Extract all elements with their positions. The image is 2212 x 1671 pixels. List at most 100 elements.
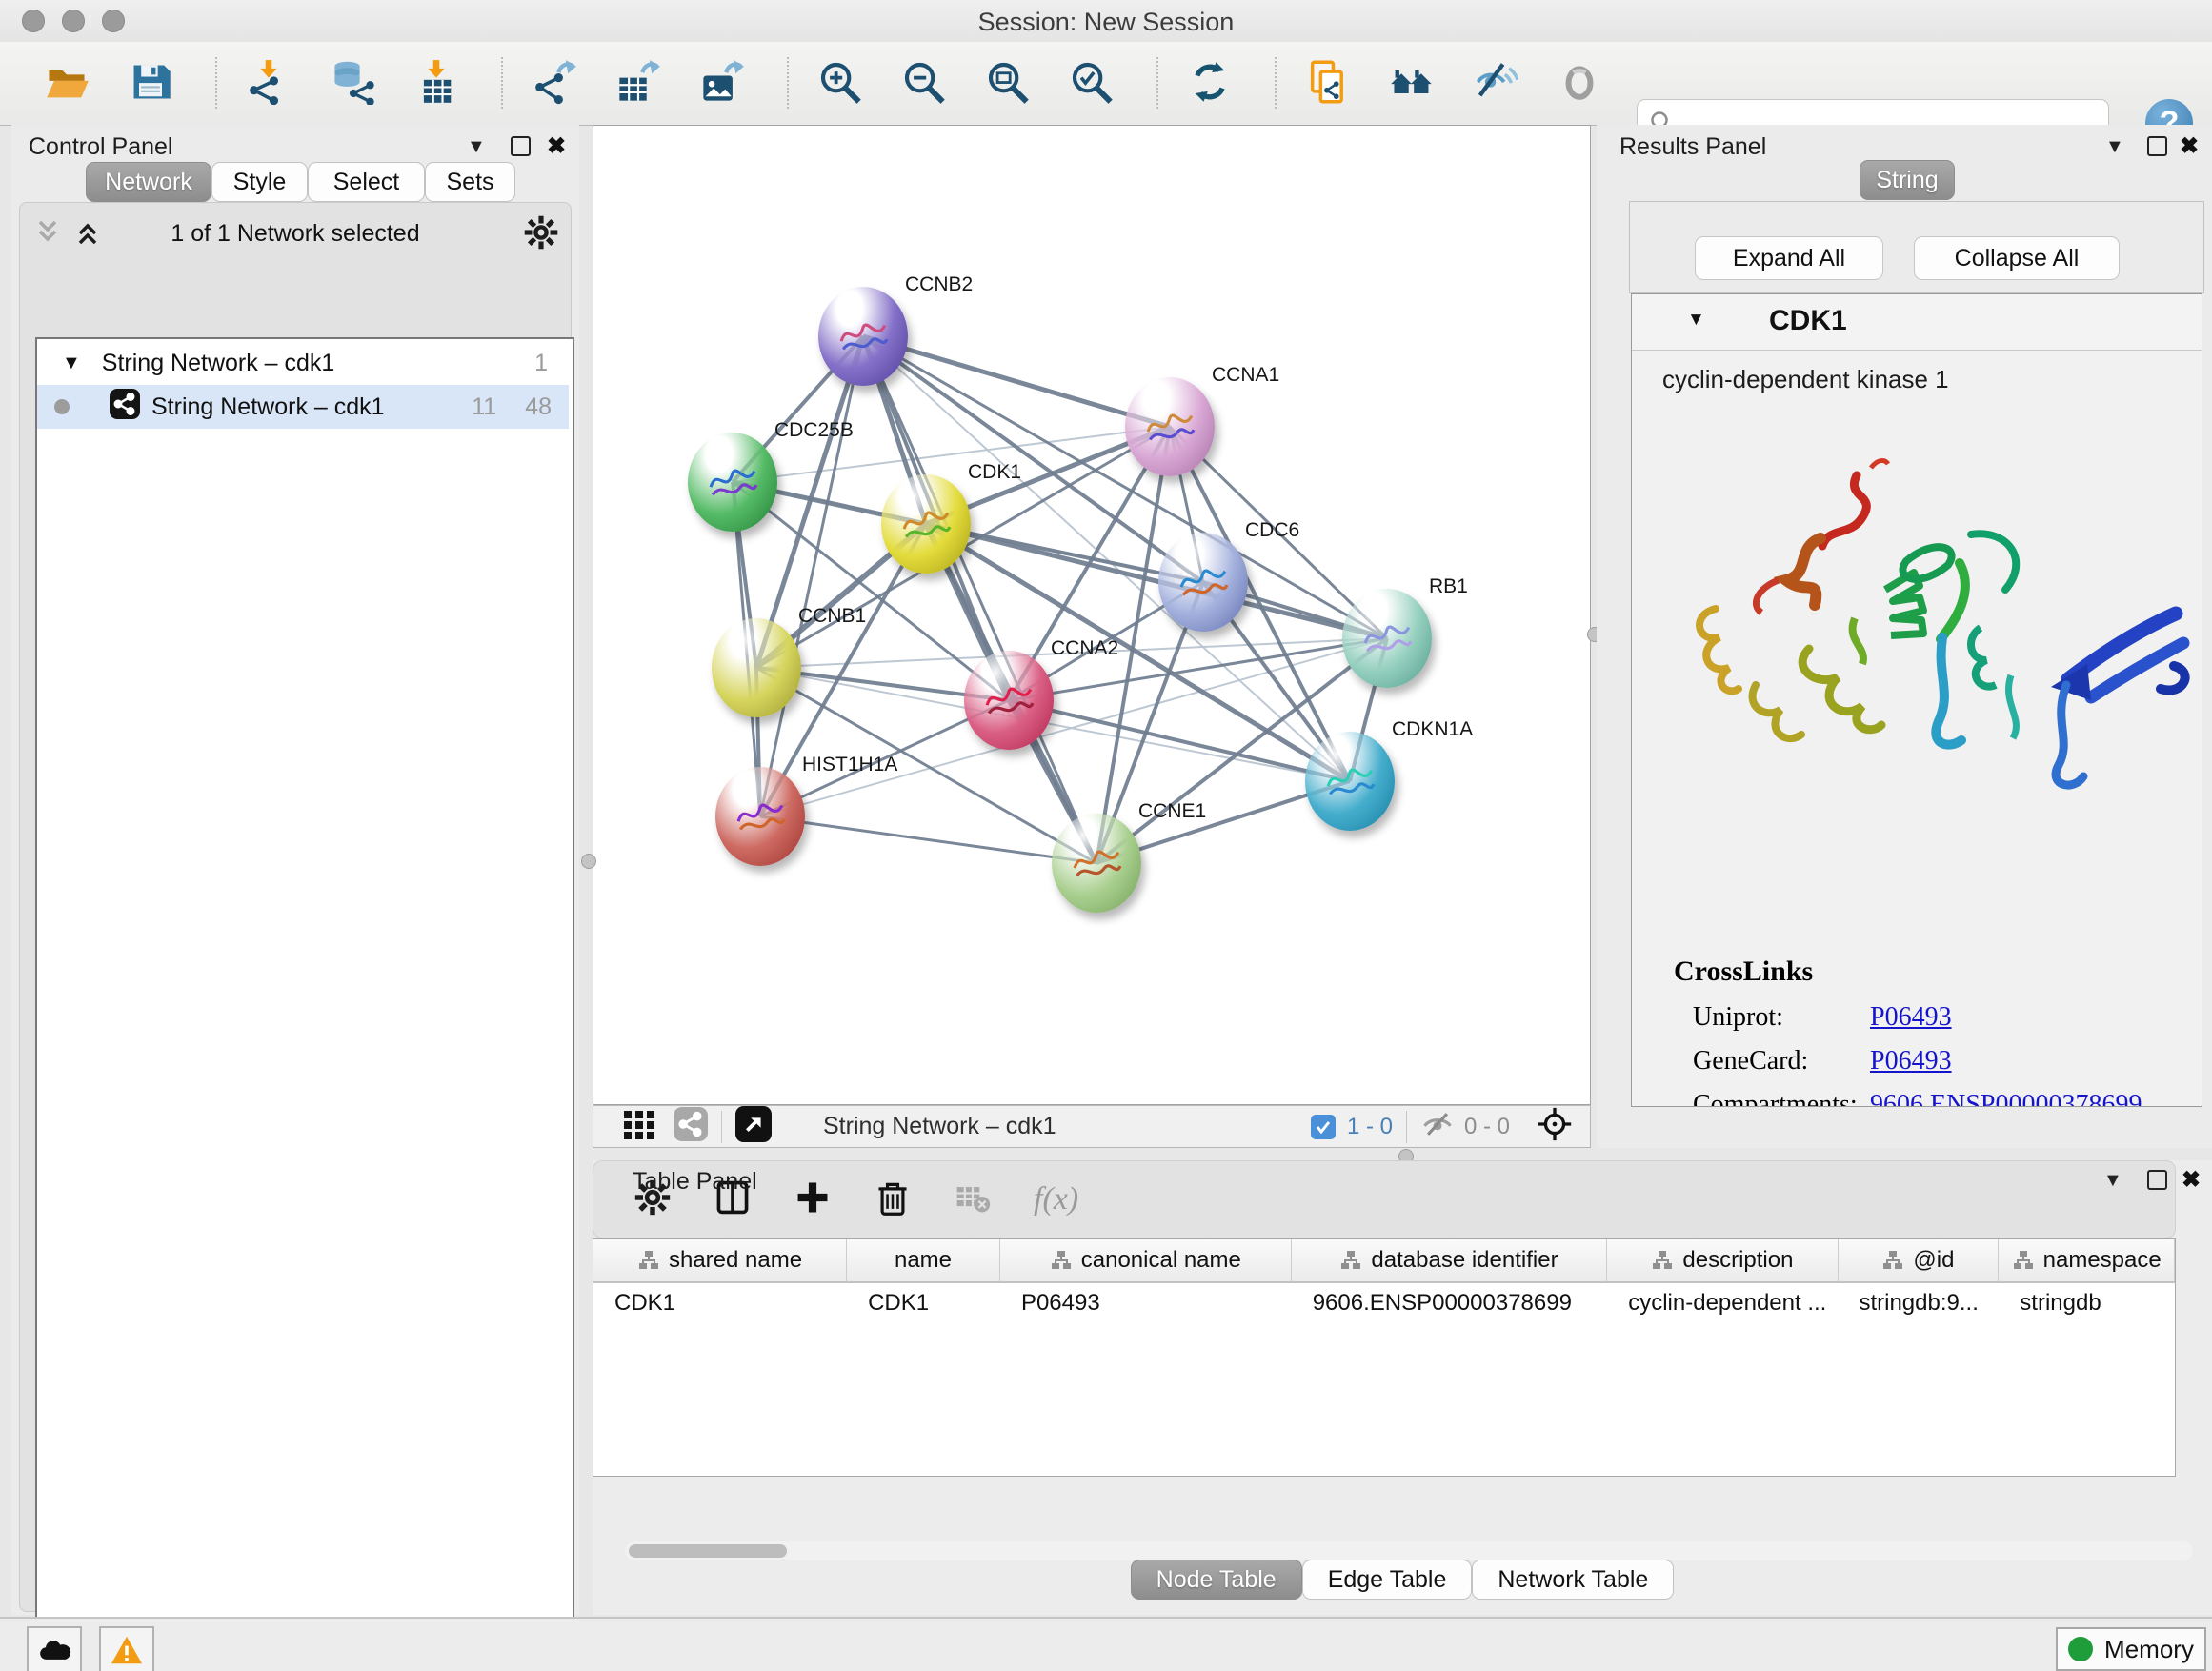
column-header-shared-name[interactable]: shared name (593, 1239, 847, 1281)
open-session-icon[interactable] (40, 55, 93, 109)
collapse-all-button[interactable]: Collapse All (1914, 236, 2120, 280)
edge-CCNB2-HIST1H1A[interactable] (760, 336, 863, 816)
import-table-from-file-icon[interactable] (410, 55, 463, 109)
column-header-description[interactable]: description (1607, 1239, 1838, 1281)
column-header--id[interactable]: @id (1839, 1239, 2000, 1281)
table-cell[interactable]: cyclin-dependent ... (1607, 1283, 1838, 1323)
save-session-icon[interactable] (124, 55, 177, 109)
control-panel-menu-icon[interactable]: ▼ (467, 136, 486, 158)
column-header-namespace[interactable]: namespace (1999, 1239, 2175, 1281)
entry-collapse-icon[interactable]: ▼ (1687, 310, 1705, 331)
export-table-icon[interactable] (612, 55, 665, 109)
network-snapshot-icon[interactable] (1301, 55, 1355, 109)
node-CDC6[interactable] (1158, 533, 1248, 632)
edge-CCNB2-CCNA1[interactable] (863, 336, 1170, 427)
table-row[interactable]: CDK1CDK1P064939606.ENSP00000378699cyclin… (593, 1283, 2175, 1323)
network-options-gear-icon[interactable] (523, 214, 559, 255)
control-panel-float-icon[interactable] (511, 136, 531, 156)
table-panel: Table Panel ▼ ✖ f(x) shared namenamecano… (593, 1160, 2212, 1615)
edge-HIST1H1A-CCNE1[interactable] (760, 816, 1096, 863)
hide-selected-icon[interactable] (1469, 55, 1522, 109)
first-neighbors-icon[interactable] (1385, 55, 1438, 109)
table-cell[interactable]: P06493 (1000, 1283, 1292, 1323)
network-view-title: String Network – cdk1 (823, 1113, 1056, 1140)
table-cell[interactable]: CDK1 (593, 1283, 847, 1323)
node-CCNB2[interactable] (818, 287, 908, 386)
node-CDKN1A[interactable] (1305, 732, 1395, 831)
table-panel-menu-icon[interactable]: ▼ (2103, 1170, 2122, 1192)
tab-style[interactable]: Style (211, 162, 308, 202)
column-header-database-identifier[interactable]: database identifier (1292, 1239, 1608, 1281)
zoom-out-icon[interactable] (897, 55, 951, 109)
table-cell[interactable]: CDK1 (847, 1283, 1000, 1323)
left-splitter-grip[interactable] (581, 854, 596, 869)
expand-all-button[interactable]: Expand All (1695, 236, 1883, 280)
protein-structure-image (1657, 447, 2190, 809)
node-CCNA1[interactable] (1125, 377, 1215, 476)
network-collection-row[interactable]: ▼ String Network – cdk1 1 (37, 341, 569, 385)
memory-button[interactable]: Memory (2056, 1627, 2206, 1671)
open-in-window-icon[interactable] (735, 1106, 772, 1147)
show-all-icon[interactable] (1553, 55, 1606, 109)
table-panel-close-icon[interactable]: ✖ (2182, 1166, 2201, 1194)
results-panel-menu-icon[interactable]: ▼ (2105, 136, 2124, 158)
fit-selected-crosshair-icon[interactable] (1535, 1104, 1575, 1149)
tab-node-table[interactable]: Node Table (1131, 1560, 1302, 1600)
delete-column-trash-icon[interactable] (874, 1178, 912, 1221)
title-bar: Session: New Session (0, 0, 2212, 42)
grid-view-icon[interactable] (622, 1107, 656, 1146)
scrollbar-thumb[interactable] (629, 1544, 787, 1558)
node-CDK1[interactable] (881, 474, 971, 574)
crosslink-link[interactable]: P06493 (1870, 1046, 1952, 1077)
tab-network[interactable]: Network (86, 162, 211, 202)
cloud-status-button[interactable] (27, 1626, 82, 1671)
crosslink-link[interactable]: P06493 (1870, 1002, 1952, 1033)
node-CDC25B[interactable] (688, 433, 777, 532)
import-network-from-database-icon[interactable] (326, 55, 379, 109)
edge-CDK1-RB1[interactable] (926, 524, 1387, 638)
network-row[interactable]: String Network – cdk1 11 48 (37, 385, 569, 429)
node-HIST1H1A[interactable] (715, 767, 805, 866)
table-cell[interactable]: stringdb (1999, 1283, 2175, 1323)
zoom-fit-content-icon[interactable] (981, 55, 1035, 109)
export-network-icon[interactable] (528, 55, 581, 109)
table-panel-float-icon[interactable] (2147, 1170, 2167, 1190)
column-header-canonical-name[interactable]: canonical name (1000, 1239, 1292, 1281)
edge-CCNB2-CCNE1[interactable] (863, 336, 1096, 863)
network-birdseye-icon[interactable] (674, 1107, 708, 1146)
table-cell[interactable]: 9606.ENSP00000378699 (1292, 1283, 1608, 1323)
node-CCNE1[interactable] (1052, 814, 1141, 913)
node-label-HIST1H1A: HIST1H1A (802, 754, 897, 776)
network-canvas[interactable]: CCNB2CCNA1CDC25BCDK1CDC6RB1CCNB1CCNA2CDK… (593, 125, 1591, 1105)
import-network-from-file-icon[interactable] (242, 55, 295, 109)
edge-RB1-HIST1H1A[interactable] (760, 638, 1387, 816)
create-column-plus-icon[interactable] (794, 1178, 832, 1221)
selected-checkbox-icon[interactable] (1311, 1115, 1336, 1139)
results-panel-close-icon[interactable]: ✖ (2180, 132, 2199, 160)
table-horizontal-scrollbar[interactable] (625, 1541, 2193, 1560)
zoom-selected-region-icon[interactable] (1065, 55, 1118, 109)
column-header-name[interactable]: name (847, 1239, 1000, 1281)
table-cell[interactable]: stringdb:9... (1838, 1283, 1999, 1323)
apply-preferred-layout-icon[interactable] (1183, 55, 1237, 109)
tab-sets[interactable]: Sets (425, 162, 515, 202)
network-edges[interactable] (593, 126, 1592, 1106)
node-RB1[interactable] (1342, 589, 1432, 688)
tab-select[interactable]: Select (308, 162, 425, 202)
control-panel-close-icon[interactable]: ✖ (547, 132, 566, 160)
collection-expand-icon[interactable]: ▼ (62, 352, 81, 374)
table-body: CDK1CDK1P064939606.ENSP00000378699cyclin… (593, 1283, 2175, 1323)
node-CCNA2[interactable] (964, 651, 1054, 750)
node-CCNB1[interactable] (712, 618, 801, 717)
crosslink-link[interactable]: 9606.ENSP00000378699 (1870, 1090, 2142, 1107)
entry-header[interactable]: ▼ CDK1 (1632, 294, 2202, 351)
warning-status-button[interactable] (99, 1626, 154, 1671)
toolbar-separator (501, 57, 503, 109)
export-image-icon[interactable] (695, 55, 749, 109)
tab-edge-table[interactable]: Edge Table (1302, 1560, 1473, 1600)
crosslink-row: GeneCard:P06493 (1632, 1039, 2202, 1083)
zoom-in-icon[interactable] (814, 55, 867, 109)
tab-string[interactable]: String (1860, 160, 1955, 200)
tab-network-table[interactable]: Network Table (1472, 1560, 1674, 1600)
results-panel-float-icon[interactable] (2147, 136, 2167, 156)
